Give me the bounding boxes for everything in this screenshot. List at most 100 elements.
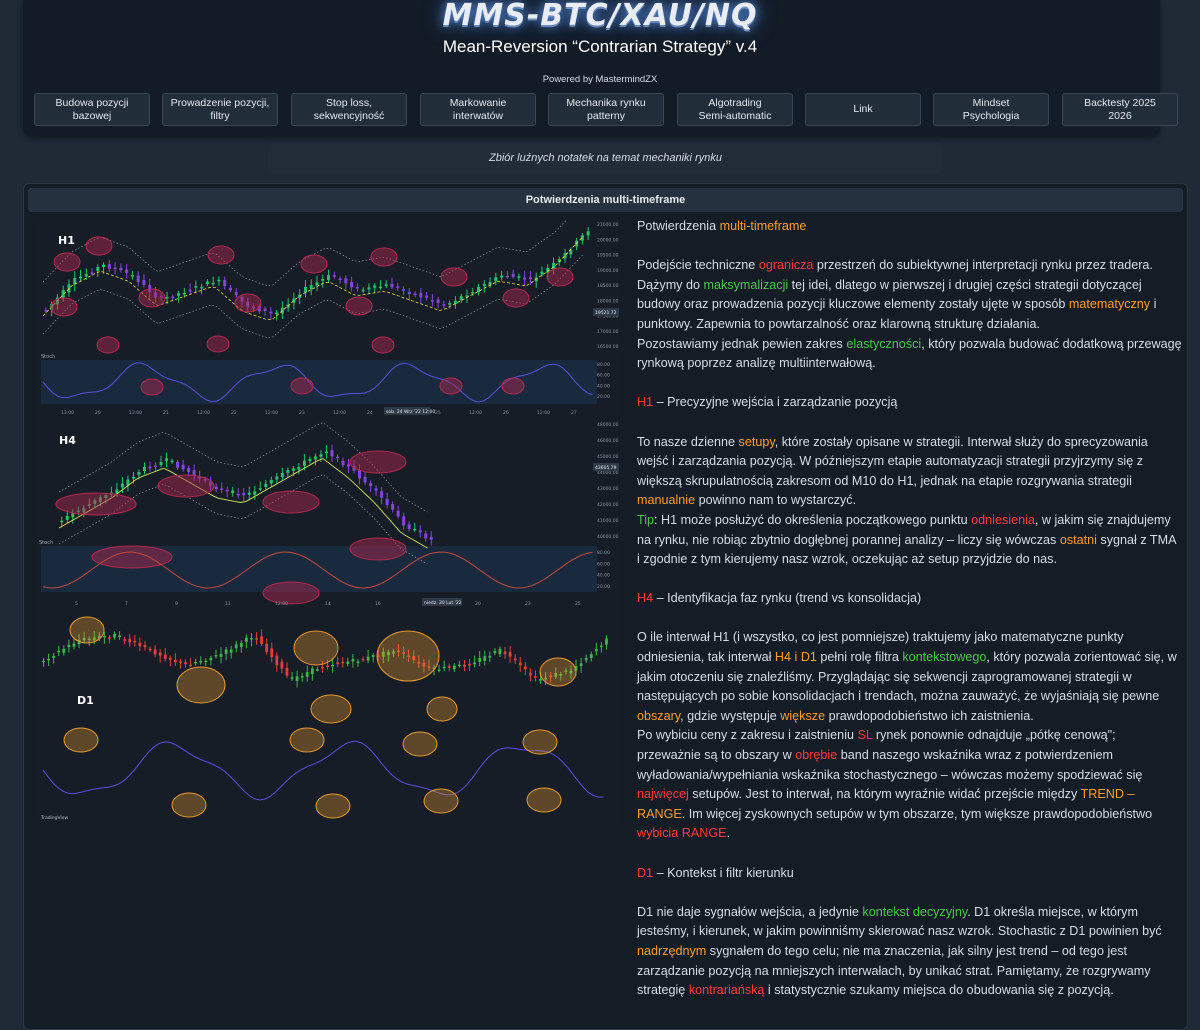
candle-body [448, 303, 452, 305]
candle-body [72, 643, 76, 647]
candle-body [239, 642, 243, 647]
candle-body [57, 650, 61, 653]
candle-body [442, 304, 446, 306]
nav-budowa-pozycji-button[interactable]: Budowa pozycji bazowej [34, 93, 150, 126]
h1-highlight-ellipse [546, 267, 574, 287]
candle-body [457, 664, 461, 667]
h4-highlight-ellipse [91, 545, 173, 569]
candle-body [247, 492, 251, 495]
h4-timeframe-label: H4 [59, 434, 76, 447]
h4-osc-tick: 40.00 [597, 573, 610, 579]
candle-body [181, 464, 185, 470]
nav-backtesty-button[interactable]: Backtesty 2025 2026 [1062, 93, 1178, 126]
d1-osc-ellipse [171, 792, 207, 818]
h1-x-tick: 23 [299, 410, 305, 416]
h4-y-tick: 48000.00 [597, 422, 619, 428]
h1-x-tick: 12:00 [537, 410, 550, 416]
candle-body [158, 652, 162, 656]
nav-prowadzenie-pozycji-button[interactable]: Prowadzenie pozycji, filtry [162, 93, 278, 126]
nav-stop-loss-button[interactable]: Stop loss, sekwencyjność [291, 93, 407, 126]
candle-body [425, 295, 429, 298]
candle-body [384, 284, 388, 287]
paragraph-range: Po wybiciu ceny z zakresu i zaistnieniu … [637, 728, 1153, 841]
candle-body [236, 493, 240, 496]
candle-body [363, 476, 367, 483]
candle-body [319, 454, 323, 457]
nav-mindset-button[interactable]: Mindset Psychologia [933, 93, 1049, 126]
heading-h1: H1 – Precyzyjne wejścia i zarządzanie po… [637, 395, 898, 410]
candle-body [199, 660, 203, 663]
candle-body [223, 279, 227, 287]
nav-markowanie-button[interactable]: Markowanie interwatów [420, 93, 536, 126]
h4-x-tick: 12:00 [275, 601, 288, 607]
paragraph-elastycznosc: Pozostawiamy jednak pewien zakres elasty… [637, 336, 1182, 371]
candle-body [436, 299, 440, 303]
candle-body [534, 676, 537, 678]
candle-body [265, 643, 269, 653]
candle-body [358, 470, 362, 479]
powered-by: Powered by MastermindZX [542, 74, 658, 85]
h4-osc-label: Stoch [39, 540, 53, 546]
candle-body [148, 466, 152, 469]
h1-timeframe-label: H1 [58, 234, 75, 247]
candle-body [231, 490, 235, 494]
h1-x-tick: 27 [571, 410, 577, 416]
h4-x-tick: 7 [125, 601, 128, 607]
paragraph-h4: O ile interwał H1 (i wszystko, co jest p… [637, 630, 1177, 723]
h1-date-badge: sob. 24 Wrz '22 12:00 [386, 409, 435, 415]
candle-body [165, 458, 169, 461]
candle-body [402, 289, 406, 291]
h1-x-tick: 26 [503, 410, 509, 416]
candle-body [142, 467, 146, 472]
candle-body [253, 491, 257, 495]
nav-mechanika-rynku-button[interactable]: Mechanika rynku patterny [548, 93, 664, 126]
candle-body [285, 667, 289, 676]
candle-body [142, 279, 146, 285]
candle-body [131, 476, 135, 479]
candle-body [437, 669, 441, 672]
d1-highlight-ellipse [293, 630, 339, 666]
nav-algotrading-button[interactable]: Algotrading Semi-automatic [677, 93, 793, 126]
candle-body [228, 287, 232, 291]
candle-body [264, 483, 268, 488]
candle-body [113, 633, 116, 638]
candle-body [351, 659, 355, 662]
h4-y-tick: 43000.00 [597, 486, 619, 492]
candle-body [214, 486, 218, 490]
h4-highlight-ellipse [157, 474, 215, 498]
candle-body [187, 467, 191, 472]
candle-body [143, 645, 147, 648]
h1-x-tick: 24 [367, 410, 373, 416]
h1-osc-ellipse [371, 336, 395, 354]
h4-highlight-ellipse [349, 450, 407, 474]
candle-body [505, 275, 509, 278]
candle-body [523, 277, 527, 280]
candle-body [429, 536, 433, 540]
candle-body [528, 277, 532, 280]
candle-body [211, 282, 215, 285]
candle-body [225, 489, 229, 492]
candle-body [292, 298, 296, 303]
h1-highlight-ellipse [85, 236, 113, 256]
candle-body [120, 483, 124, 488]
candle-body [44, 309, 48, 312]
h4-x-tick: 11 [225, 601, 231, 607]
d1-highlight-ellipse [176, 666, 226, 704]
article-heading: Potwierdzenia multi-timeframe [637, 219, 807, 233]
candle-body [113, 267, 117, 270]
h4-y-tick: 46000.00 [597, 438, 619, 444]
candle-body [418, 530, 422, 533]
candle-body [579, 663, 583, 667]
h1-highlight-ellipse [300, 254, 328, 274]
candle-body [463, 664, 466, 667]
h1-osc-tick: 60.00 [597, 373, 610, 379]
candle-body [286, 470, 290, 473]
nav-link-button[interactable]: Link [805, 93, 921, 126]
d1-highlight-ellipse [376, 630, 440, 682]
candle-body [488, 655, 492, 658]
paragraph-h1: To nasze dzienne setupy, które zostały o… [637, 434, 1148, 508]
candle-body [447, 666, 451, 668]
candle-body [179, 661, 182, 663]
candle-body [62, 648, 66, 653]
candle-body [371, 655, 375, 657]
